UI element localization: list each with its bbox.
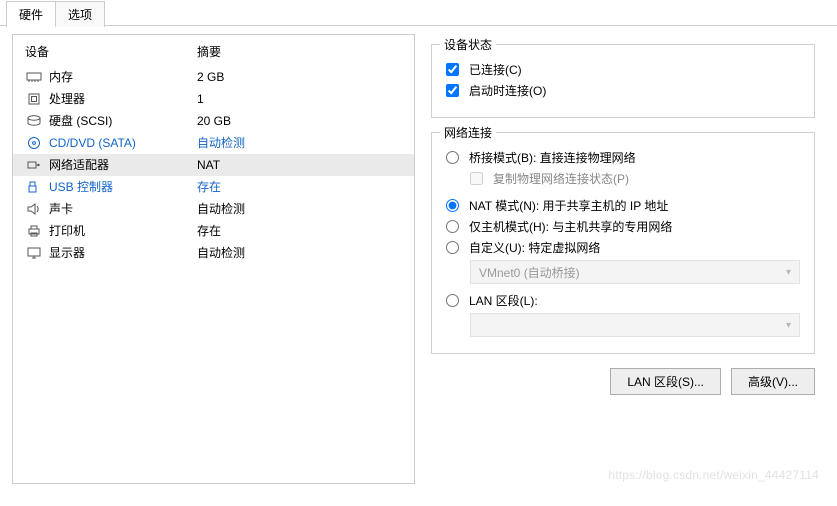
label-connect-at-boot: 启动时连接(O)	[469, 82, 546, 99]
device-label: 声卡	[49, 198, 197, 220]
device-label: 处理器	[49, 88, 197, 110]
chevron-down-icon: ▾	[786, 320, 791, 331]
device-summary: 2 GB	[197, 66, 406, 88]
radio-input-bridged[interactable]	[446, 151, 459, 164]
device-summary: 存在	[197, 176, 406, 198]
device-row-usb[interactable]: USB 控制器存在	[13, 176, 414, 198]
device-summary: 存在	[197, 220, 406, 242]
checkbox-connected[interactable]	[446, 63, 459, 76]
group-network-connection: 网络连接 桥接模式(B): 直接连接物理网络 复制物理网络连接状态(P) NAT…	[431, 132, 815, 354]
label-lan: LAN 区段(L):	[469, 292, 538, 309]
radio-input-custom[interactable]	[446, 241, 459, 254]
group-title-status: 设备状态	[440, 36, 496, 53]
radio-lan[interactable]: LAN 区段(L):	[446, 292, 800, 309]
checkbox-connect-at-boot[interactable]	[446, 84, 459, 97]
device-row-cpu[interactable]: 处理器1	[13, 88, 414, 110]
cpu-icon	[25, 91, 43, 107]
combo-custom-value: VMnet0 (自动桥接)	[479, 264, 580, 281]
check-connect-at-boot[interactable]: 启动时连接(O)	[446, 82, 800, 99]
radio-input-hostonly[interactable]	[446, 220, 459, 233]
device-label: CD/DVD (SATA)	[49, 132, 197, 154]
checkbox-replicate	[470, 172, 483, 185]
device-row-sound[interactable]: 声卡自动检测	[13, 198, 414, 220]
check-replicate: 复制物理网络连接状态(P)	[446, 170, 800, 187]
sound-icon	[25, 201, 43, 217]
device-list-panel: 设备 摘要 内存2 GB处理器1硬盘 (SCSI)20 GBCD/DVD (SA…	[12, 34, 415, 484]
device-row-display[interactable]: 显示器自动检测	[13, 242, 414, 264]
label-hostonly: 仅主机模式(H): 与主机共享的专用网络	[469, 218, 672, 235]
group-device-status: 设备状态 已连接(C) 启动时连接(O)	[431, 44, 815, 118]
label-connected: 已连接(C)	[469, 61, 522, 78]
lan-segments-button[interactable]: LAN 区段(S)...	[610, 368, 721, 395]
radio-input-nat[interactable]	[446, 199, 459, 212]
radio-nat[interactable]: NAT 模式(N): 用于共享主机的 IP 地址	[446, 197, 800, 214]
radio-hostonly[interactable]: 仅主机模式(H): 与主机共享的专用网络	[446, 218, 800, 235]
memory-icon	[25, 69, 43, 85]
device-label: 硬盘 (SCSI)	[49, 110, 197, 132]
tab-options[interactable]: 选项	[55, 1, 105, 27]
device-label: 网络适配器	[49, 154, 197, 176]
tab-bar: 硬件 选项	[0, 0, 837, 26]
chevron-down-icon: ▾	[786, 267, 791, 278]
cd-icon	[25, 135, 43, 151]
device-label: 显示器	[49, 242, 197, 264]
device-label: 内存	[49, 66, 197, 88]
device-row-cd[interactable]: CD/DVD (SATA)自动检测	[13, 132, 414, 154]
device-list-header: 设备 摘要	[13, 43, 414, 60]
device-row-memory[interactable]: 内存2 GB	[13, 66, 414, 88]
device-summary: NAT	[197, 154, 406, 176]
radio-input-lan[interactable]	[446, 294, 459, 307]
net-icon	[25, 157, 43, 173]
label-replicate: 复制物理网络连接状态(P)	[493, 170, 629, 187]
combo-custom-vmnet: VMnet0 (自动桥接) ▾	[470, 260, 800, 284]
device-summary: 1	[197, 88, 406, 110]
usb-icon	[25, 179, 43, 195]
printer-icon	[25, 223, 43, 239]
device-summary: 20 GB	[197, 110, 406, 132]
radio-custom[interactable]: 自定义(U): 特定虚拟网络	[446, 239, 800, 256]
watermark: https://blog.csdn.net/weixin_44427114	[608, 468, 819, 482]
device-summary: 自动检测	[197, 132, 406, 154]
device-row-printer[interactable]: 打印机存在	[13, 220, 414, 242]
button-row: LAN 区段(S)... 高级(V)...	[431, 368, 825, 395]
device-summary: 自动检测	[197, 198, 406, 220]
col-summary: 摘要	[197, 43, 221, 60]
group-title-network: 网络连接	[440, 124, 496, 141]
display-icon	[25, 245, 43, 261]
device-label: USB 控制器	[49, 176, 197, 198]
device-summary: 自动检测	[197, 242, 406, 264]
label-nat: NAT 模式(N): 用于共享主机的 IP 地址	[469, 197, 668, 214]
device-row-net[interactable]: 网络适配器NAT	[13, 154, 414, 176]
col-device: 设备	[25, 43, 197, 60]
advanced-button[interactable]: 高级(V)...	[731, 368, 815, 395]
disk-icon	[25, 113, 43, 129]
settings-panel: 设备状态 已连接(C) 启动时连接(O) 网络连接 桥接模式(B): 直接连接物…	[415, 34, 825, 484]
device-label: 打印机	[49, 220, 197, 242]
main-panel: 设备 摘要 内存2 GB处理器1硬盘 (SCSI)20 GBCD/DVD (SA…	[0, 26, 837, 494]
combo-lan-segment: ▾	[470, 313, 800, 337]
device-list: 内存2 GB处理器1硬盘 (SCSI)20 GBCD/DVD (SATA)自动检…	[13, 66, 414, 264]
label-bridged: 桥接模式(B): 直接连接物理网络	[469, 149, 636, 166]
device-row-disk[interactable]: 硬盘 (SCSI)20 GB	[13, 110, 414, 132]
label-custom: 自定义(U): 特定虚拟网络	[469, 239, 600, 256]
check-connected[interactable]: 已连接(C)	[446, 61, 800, 78]
radio-bridged[interactable]: 桥接模式(B): 直接连接物理网络	[446, 149, 800, 166]
tab-hardware[interactable]: 硬件	[6, 1, 56, 27]
